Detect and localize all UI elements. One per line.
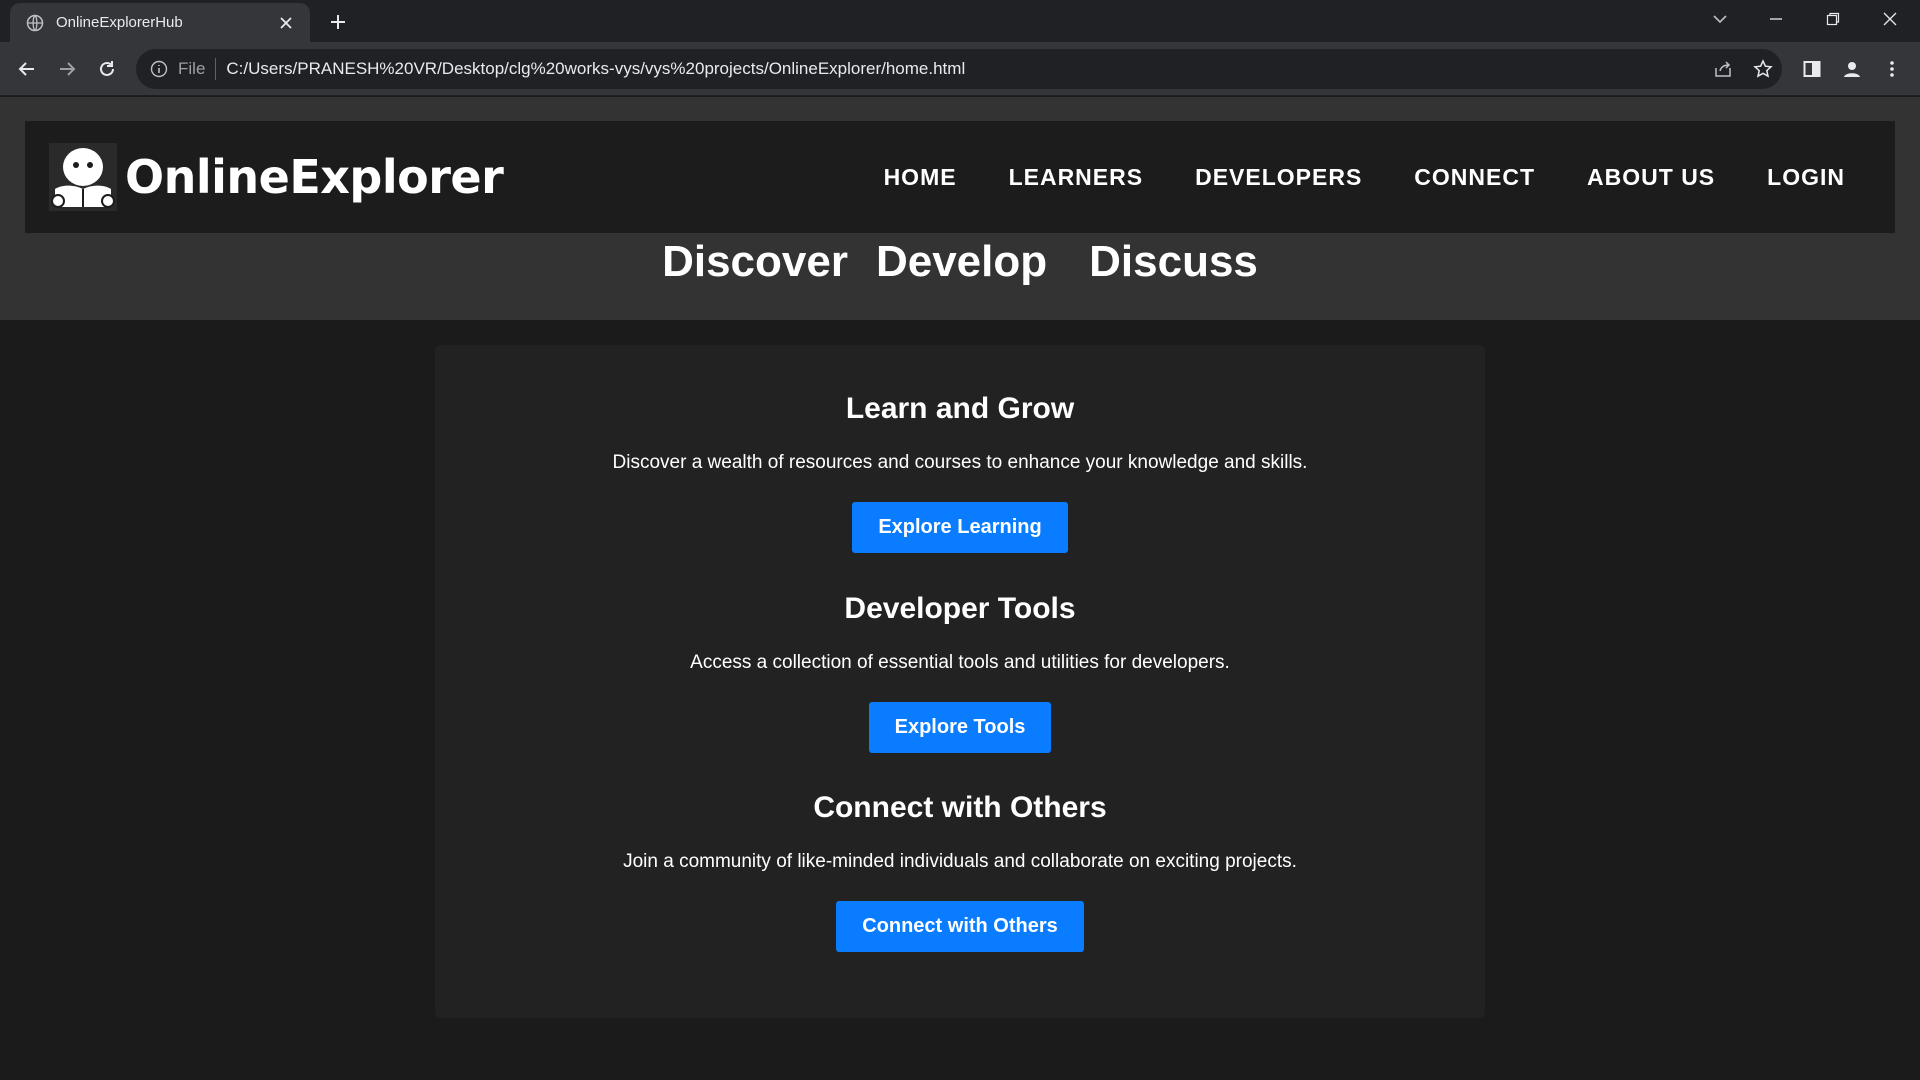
section-text: Discover a wealth of resources and cours… bbox=[612, 452, 1308, 473]
tagline-discuss: Discuss bbox=[1089, 237, 1258, 286]
browser-tab[interactable]: OnlineExplorerHub bbox=[10, 3, 310, 42]
reader-logo-icon bbox=[49, 143, 117, 211]
new-tab-button[interactable] bbox=[324, 8, 352, 36]
profile-icon[interactable] bbox=[1837, 54, 1867, 84]
brand-name: OnlineExplorer bbox=[125, 150, 504, 204]
connect-with-others-button[interactable]: Connect with Others bbox=[836, 901, 1084, 952]
side-panel-icon[interactable] bbox=[1797, 54, 1827, 84]
forward-icon[interactable] bbox=[52, 54, 82, 84]
nav-home[interactable]: HOME bbox=[884, 164, 957, 191]
globe-icon bbox=[26, 14, 44, 32]
scheme-label: File bbox=[178, 59, 206, 78]
tagline-discover: Discover bbox=[662, 237, 848, 286]
info-icon[interactable] bbox=[150, 60, 168, 78]
close-tab-icon[interactable] bbox=[276, 13, 296, 33]
section-title: Developer Tools bbox=[844, 592, 1076, 625]
divider bbox=[215, 58, 217, 80]
close-window-icon[interactable] bbox=[1862, 0, 1918, 38]
browser-tabbar: OnlineExplorerHub bbox=[0, 0, 1920, 42]
page: OnlineExplorer HOME LEARNERS DEVELOPERS … bbox=[0, 97, 1920, 1080]
main-nav: HOME LEARNERS DEVELOPERS CONNECT ABOUT U… bbox=[884, 121, 1845, 233]
section-learn: Learn and Grow Discover a wealth of reso… bbox=[435, 392, 1485, 553]
bookmark-star-icon[interactable] bbox=[1748, 54, 1778, 84]
section-title: Connect with Others bbox=[813, 791, 1107, 824]
address-bar[interactable]: File C:/Users/PRANESH%20VR/Desktop/clg%2… bbox=[136, 49, 1782, 89]
section-text: Access a collection of essential tools a… bbox=[690, 652, 1230, 673]
nav-login[interactable]: LOGIN bbox=[1767, 164, 1845, 191]
tab-search-icon[interactable] bbox=[1692, 0, 1748, 38]
url-text[interactable]: C:/Users/PRANESH%20VR/Desktop/clg%20work… bbox=[226, 59, 965, 79]
tagline-develop: Develop bbox=[875, 237, 1048, 286]
explore-tools-button[interactable]: Explore Tools bbox=[868, 702, 1052, 753]
site-header: OnlineExplorer HOME LEARNERS DEVELOPERS … bbox=[25, 121, 1895, 233]
minimize-icon[interactable] bbox=[1748, 0, 1804, 38]
section-text: Join a community of like-minded individu… bbox=[623, 851, 1297, 872]
nav-learners[interactable]: LEARNERS bbox=[1009, 164, 1144, 191]
nav-developers[interactable]: DEVELOPERS bbox=[1195, 164, 1362, 191]
tagline: Discover Develop Discuss bbox=[0, 237, 1920, 287]
section-tools: Developer Tools Access a collection of e… bbox=[435, 592, 1485, 753]
site-logo[interactable]: OnlineExplorer bbox=[49, 143, 504, 211]
explore-learning-button[interactable]: Explore Learning bbox=[852, 502, 1068, 553]
browser-toolbar: File C:/Users/PRANESH%20VR/Desktop/clg%2… bbox=[0, 42, 1920, 96]
section-title: Learn and Grow bbox=[845, 392, 1075, 425]
restore-icon[interactable] bbox=[1805, 0, 1861, 38]
hero: OnlineExplorer HOME LEARNERS DEVELOPERS … bbox=[0, 97, 1920, 320]
reload-icon[interactable] bbox=[92, 54, 122, 84]
nav-connect[interactable]: CONNECT bbox=[1414, 164, 1535, 191]
menu-kebab-icon[interactable] bbox=[1877, 54, 1907, 84]
nav-about-us[interactable]: ABOUT US bbox=[1587, 164, 1715, 191]
section-connect: Connect with Others Join a community of … bbox=[435, 791, 1485, 952]
tab-title: OnlineExplorerHub bbox=[56, 14, 183, 31]
back-icon[interactable] bbox=[12, 54, 42, 84]
features-card: Learn and Grow Discover a wealth of reso… bbox=[435, 345, 1485, 1018]
share-icon[interactable] bbox=[1708, 54, 1738, 84]
